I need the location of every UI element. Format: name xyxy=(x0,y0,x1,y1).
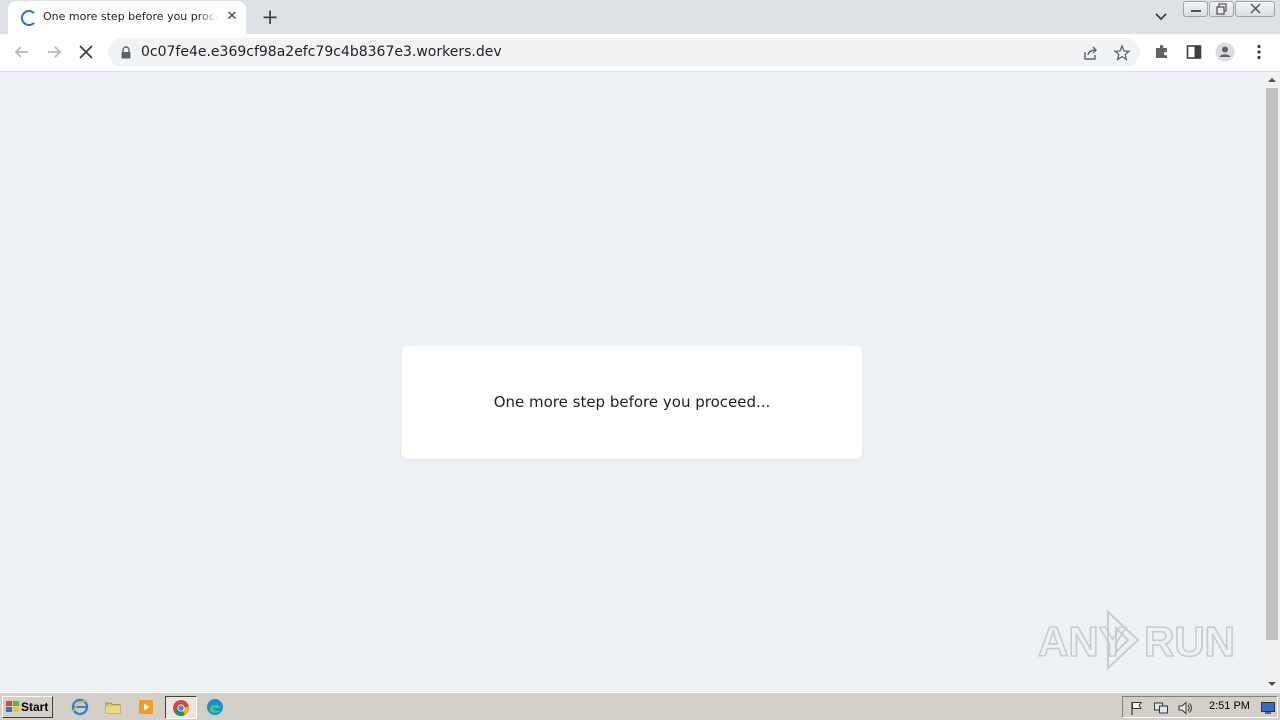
kebab-menu-icon[interactable] xyxy=(1249,42,1269,62)
url-text[interactable]: 0c07fe4e.e369cf98a2efc79c4b8367e3.worker… xyxy=(141,44,502,60)
arrow-left-icon[interactable] xyxy=(12,42,32,62)
vertical-scrollbar[interactable] xyxy=(1264,72,1280,692)
scroll-up-arrow-icon[interactable] xyxy=(1264,72,1280,88)
desktop-icon[interactable] xyxy=(1260,700,1276,716)
network-icon[interactable] xyxy=(1153,700,1169,716)
system-tray: 2:51 PM xyxy=(1122,696,1278,718)
puzzle-icon[interactable] xyxy=(1152,42,1172,62)
flag-icon[interactable] xyxy=(1129,700,1145,716)
stop-icon[interactable] xyxy=(76,42,96,62)
start-button[interactable]: Start xyxy=(2,696,53,718)
windows-logo-icon xyxy=(6,701,19,712)
restore-icon xyxy=(1216,3,1227,15)
close-icon xyxy=(1250,3,1261,14)
restore-button[interactable] xyxy=(1209,1,1234,17)
folder-icon[interactable] xyxy=(104,698,122,716)
chrome-icon xyxy=(173,700,190,716)
spinner-icon xyxy=(21,10,37,26)
browser-toolbar: 0c07fe4e.e369cf98a2efc79c4b8367e3.worker… xyxy=(0,34,1280,72)
tab-strip: One more step before you proceed... ✕ + xyxy=(0,0,1280,34)
scroll-down-arrow-icon[interactable] xyxy=(1264,676,1280,692)
plus-icon[interactable]: + xyxy=(259,6,281,28)
scrollbar-thumb[interactable] xyxy=(1266,88,1278,640)
minimize-icon xyxy=(1191,10,1201,12)
start-label: Start xyxy=(21,700,49,714)
share-icon[interactable] xyxy=(1081,44,1099,62)
svg-text:RUN: RUN xyxy=(1144,618,1235,665)
arrow-right-icon[interactable] xyxy=(44,42,64,62)
challenge-card: One more step before you proceed... xyxy=(402,346,862,459)
star-icon[interactable] xyxy=(1113,44,1131,62)
edge-icon[interactable] xyxy=(206,698,224,716)
tab-title: One more step before you proceed... xyxy=(43,10,218,23)
svg-text:ANY: ANY xyxy=(1038,618,1127,665)
windows-taskbar: Start 2:51 PM xyxy=(0,692,1280,720)
media-player-icon[interactable] xyxy=(137,698,155,716)
page-content: One more step before you proceed... xyxy=(0,72,1264,692)
close-window-button[interactable] xyxy=(1235,1,1275,17)
chrome-taskbar-button[interactable] xyxy=(165,696,197,719)
clock[interactable]: 2:51 PM xyxy=(1209,700,1250,712)
side-panel-icon[interactable] xyxy=(1184,42,1204,62)
close-icon[interactable]: ✕ xyxy=(224,9,240,25)
chevron-down-icon[interactable] xyxy=(1152,8,1170,26)
minimize-button[interactable] xyxy=(1183,1,1208,17)
person-icon[interactable] xyxy=(1215,42,1235,62)
volume-icon[interactable] xyxy=(1177,700,1193,716)
anyrun-watermark-logo: ANY RUN xyxy=(1037,609,1236,671)
internet-explorer-icon[interactable] xyxy=(71,698,89,716)
card-message: One more step before you proceed... xyxy=(493,393,771,411)
tab-active[interactable]: One more step before you proceed... ✕ xyxy=(8,1,246,34)
lock-icon[interactable] xyxy=(120,46,132,59)
address-bar[interactable]: 0c07fe4e.e369cf98a2efc79c4b8367e3.worker… xyxy=(108,38,1140,67)
